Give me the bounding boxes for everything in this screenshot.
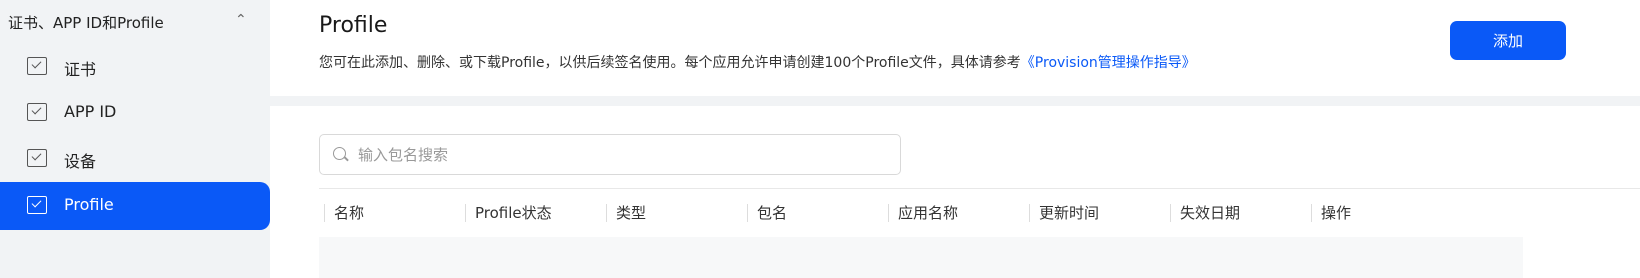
search-icon	[333, 147, 346, 160]
sidebar-item-devices[interactable]: 设备	[0, 135, 270, 183]
column-header-profile-status: Profile状态	[465, 204, 552, 222]
profile-icon	[27, 196, 47, 214]
header-card: Profile 您可在此添加、删除、或下载Profile，以供后续签名使用。每个…	[270, 0, 1640, 96]
device-icon	[27, 149, 47, 167]
table-body	[319, 237, 1523, 278]
add-button[interactable]: 添加	[1450, 21, 1566, 60]
column-header-expiry-date: 失效日期	[1170, 204, 1240, 222]
chevron-up-icon[interactable]: ⌃	[235, 12, 247, 28]
search-input[interactable]	[358, 144, 878, 166]
column-header-update-time: 更新时间	[1029, 204, 1099, 222]
search-box[interactable]	[319, 134, 901, 175]
table-header: 名称 Profile状态 类型 包名 应用名称 更新时间 失效日期 操作	[319, 189, 1640, 237]
sidebar-item-profile[interactable]: Profile	[0, 182, 270, 230]
sidebar-item-certificates[interactable]: 证书	[0, 43, 270, 91]
column-header-actions: 操作	[1311, 204, 1351, 222]
app-id-icon	[27, 103, 47, 121]
column-header-name: 名称	[324, 204, 364, 222]
provision-guide-link[interactable]: 《Provision管理操作指导》	[1021, 55, 1196, 71]
description-text: 您可在此添加、删除、或下载Profile，以供后续签名使用。每个应用允许申请创建…	[319, 55, 1021, 71]
list-card: 名称 Profile状态 类型 包名 应用名称 更新时间 失效日期 操作	[270, 106, 1640, 278]
sidebar-group-header[interactable]: 证书、APP ID和Profile ⌃	[8, 10, 248, 34]
page-description: 您可在此添加、删除、或下载Profile，以供后续签名使用。每个应用允许申请创建…	[319, 52, 1196, 72]
column-header-app-name: 应用名称	[888, 204, 958, 222]
sidebar-item-label: Profile	[64, 195, 114, 214]
column-header-package-name: 包名	[747, 204, 787, 222]
sidebar-item-label: 设备	[64, 152, 97, 171]
sidebar-group-label: 证书、APP ID和Profile	[8, 13, 164, 32]
page-title: Profile	[319, 13, 388, 38]
column-header-type: 类型	[606, 204, 646, 222]
certificate-icon	[27, 57, 47, 75]
sidebar-item-label: 证书	[64, 60, 97, 79]
sidebar-item-app-id[interactable]: APP ID	[0, 89, 270, 137]
sidebar-item-label: APP ID	[64, 102, 117, 121]
sidebar: 证书、APP ID和Profile ⌃ 证书 APP ID 设备 Profile	[0, 0, 270, 278]
